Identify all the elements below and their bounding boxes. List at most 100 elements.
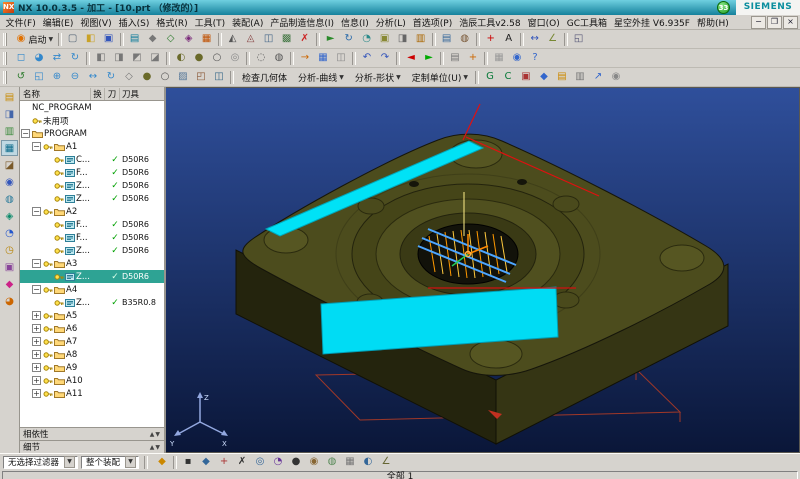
snap-control-point-icon[interactable]: + — [216, 454, 233, 471]
menu-帮助(H)[interactable]: 帮助(H) — [693, 16, 732, 29]
verify-toolpath-icon[interactable]: ◔ — [358, 31, 375, 48]
top-view-icon[interactable]: ◩ — [129, 50, 146, 67]
expand-icon[interactable]: + — [32, 389, 41, 398]
open-file-icon[interactable]: ◧ — [82, 31, 99, 48]
snap-quadrant-icon[interactable]: ◔ — [270, 454, 287, 471]
reuse-library-icon[interactable]: ◍ — [1, 191, 18, 207]
undo-icon[interactable]: ↶ — [359, 50, 376, 67]
menu-装配(A)[interactable]: 装配(A) — [229, 16, 267, 29]
save-file-icon[interactable]: ▣ — [100, 31, 117, 48]
tree-row[interactable]: −PROGRAM — [20, 127, 164, 140]
tree-row[interactable]: C...✓D50R6 — [20, 153, 164, 166]
column-toolchange[interactable]: 换 — [91, 88, 105, 100]
zoom-icon[interactable]: ◕ — [31, 50, 48, 67]
machine-tool-navigator-icon[interactable]: ◪ — [1, 157, 18, 173]
zoom-out-icon[interactable]: ⊖ — [67, 69, 84, 86]
menu-GC工具箱[interactable]: GC工具箱 — [563, 16, 610, 29]
operation-navigator-icon[interactable]: ▦ — [1, 140, 18, 156]
web-browser-icon[interactable]: ◔ — [1, 225, 18, 241]
layer-settings-icon[interactable]: ▤ — [447, 50, 464, 67]
expand-icon[interactable]: + — [32, 337, 41, 346]
tree-row[interactable]: −A4 — [20, 283, 164, 296]
cut-object-icon[interactable]: ◬ — [242, 31, 259, 48]
panel-collapse-icon[interactable]: ▲▼ — [150, 444, 161, 451]
tree-row[interactable]: +A8 — [20, 348, 164, 361]
menu-工具(T)[interactable]: 工具(T) — [191, 16, 229, 29]
previous-marker-icon[interactable]: ◄ — [403, 50, 420, 67]
generate-toolpath-icon[interactable]: ► — [322, 31, 339, 48]
menu-浩辰工具v2.58[interactable]: 浩辰工具v2.58 — [456, 16, 524, 29]
column-name[interactable]: 名称 — [20, 88, 91, 100]
snap-existing-point-icon[interactable]: ● — [288, 454, 305, 471]
expand-icon[interactable]: + — [32, 363, 41, 372]
title-bar[interactable]: NX NX 10.0.3.5 - 加工 - [10.prt （修改的）] 33 … — [0, 0, 800, 15]
panel-collapse-icon[interactable]: ▲▼ — [150, 431, 161, 438]
part-navigator-icon[interactable]: ▥ — [1, 123, 18, 139]
toolbar-grip[interactable] — [3, 33, 9, 46]
create-operation-icon[interactable]: ▦ — [198, 31, 215, 48]
collapse-icon[interactable]: − — [21, 129, 30, 138]
tree-row[interactable]: +A11 — [20, 387, 164, 400]
perspective-view-icon[interactable]: ◇ — [121, 69, 138, 86]
grid-display-icon[interactable]: ▦ — [491, 50, 508, 67]
graphics-viewport[interactable]: Z X Y — [166, 87, 800, 453]
menu-产品制造信息(I)[interactable]: 产品制造信息(I) — [267, 16, 338, 29]
simulate-machine-icon[interactable]: ▣ — [376, 31, 393, 48]
delete-object-icon[interactable]: ✗ — [296, 31, 313, 48]
point-dialog-icon[interactable]: + — [482, 31, 499, 48]
minimize-window-icon[interactable]: − — [751, 16, 766, 29]
menu-格式(R)[interactable]: 格式(R) — [153, 16, 191, 29]
studio-render-icon[interactable]: ◎ — [227, 50, 244, 67]
collapse-icon[interactable]: − — [32, 142, 41, 151]
rotate-view-icon[interactable]: ↻ — [67, 50, 84, 67]
assembly-navigator-icon[interactable]: ▤ — [1, 89, 18, 105]
notification-badge[interactable]: 33 — [717, 1, 730, 14]
tree-row[interactable]: Z...✓D50R6 — [20, 270, 164, 283]
tree-row[interactable]: +A10 — [20, 374, 164, 387]
help-icon[interactable]: ? — [527, 50, 544, 67]
analysis-curve-button[interactable]: 分析-曲线▼ — [292, 69, 349, 86]
tree-row[interactable]: NC_PROGRAM — [20, 101, 164, 114]
refresh-view-icon[interactable]: ↺ — [13, 69, 30, 86]
selection-scope-filter[interactable]: 整个装配 ▼ — [81, 456, 139, 469]
tree-row[interactable]: −A2 — [20, 205, 164, 218]
manufacturing-wizards-icon[interactable]: ◆ — [1, 276, 18, 292]
tree-row[interactable]: −A1 — [20, 140, 164, 153]
chevron-down-icon[interactable]: ▼ — [64, 456, 75, 468]
create-program-icon[interactable]: ▤ — [126, 31, 143, 48]
collapse-icon[interactable]: − — [32, 207, 41, 216]
list-toolpath-icon[interactable]: ▤ — [438, 31, 455, 48]
wireframe-icon[interactable]: ○ — [209, 50, 226, 67]
snap-enable-icon[interactable]: ◆ — [154, 454, 171, 471]
drafting-tools-icon[interactable]: ▤ — [554, 69, 571, 86]
copy-object-icon[interactable]: ◫ — [260, 31, 277, 48]
expand-icon[interactable]: + — [32, 376, 41, 385]
zoom-in-icon[interactable]: ⊕ — [49, 69, 66, 86]
next-marker-icon[interactable]: ► — [421, 50, 438, 67]
move-object-icon[interactable]: → — [297, 50, 314, 67]
analysis-shape-button[interactable]: 分析-形状▼ — [349, 69, 406, 86]
constraint-navigator-icon[interactable]: ◨ — [1, 106, 18, 122]
tree-row[interactable]: Z...✓D50R6 — [20, 192, 164, 205]
expand-icon[interactable]: + — [32, 350, 41, 359]
tree-row[interactable]: Z...✓B35R0.8 — [20, 296, 164, 309]
collapse-icon[interactable]: − — [32, 285, 41, 294]
tree-row[interactable]: +A7 — [20, 335, 164, 348]
machine-tool-view-icon[interactable]: ◍ — [456, 31, 473, 48]
tree-row[interactable]: +A9 — [20, 361, 164, 374]
toolbar-grip[interactable] — [3, 52, 9, 65]
column-path[interactable]: 刀 — [105, 88, 120, 100]
edit-object-icon[interactable]: ◭ — [224, 31, 241, 48]
mold-tools-icon[interactable]: ◆ — [536, 69, 553, 86]
examine-geometry-button[interactable]: 检查几何体 — [236, 69, 292, 86]
snap-arc-center-icon[interactable]: ◎ — [252, 454, 269, 471]
customize-units-button[interactable]: 定制单位(U)▼ — [406, 69, 473, 86]
details-panel[interactable]: 细节 ▲▼ — [20, 440, 164, 453]
measure-angle-icon[interactable]: ∠ — [544, 31, 561, 48]
snap-tangent-icon[interactable]: ◐ — [360, 454, 377, 471]
roles-icon[interactable]: ◕ — [1, 293, 18, 309]
isometric-view-icon[interactable]: ◪ — [147, 50, 164, 67]
menu-星空外挂 V6.935F[interactable]: 星空外挂 V6.935F — [610, 16, 693, 29]
front-view-icon[interactable]: ◨ — [111, 50, 128, 67]
dependencies-panel[interactable]: 相依性 ▲▼ — [20, 427, 164, 440]
